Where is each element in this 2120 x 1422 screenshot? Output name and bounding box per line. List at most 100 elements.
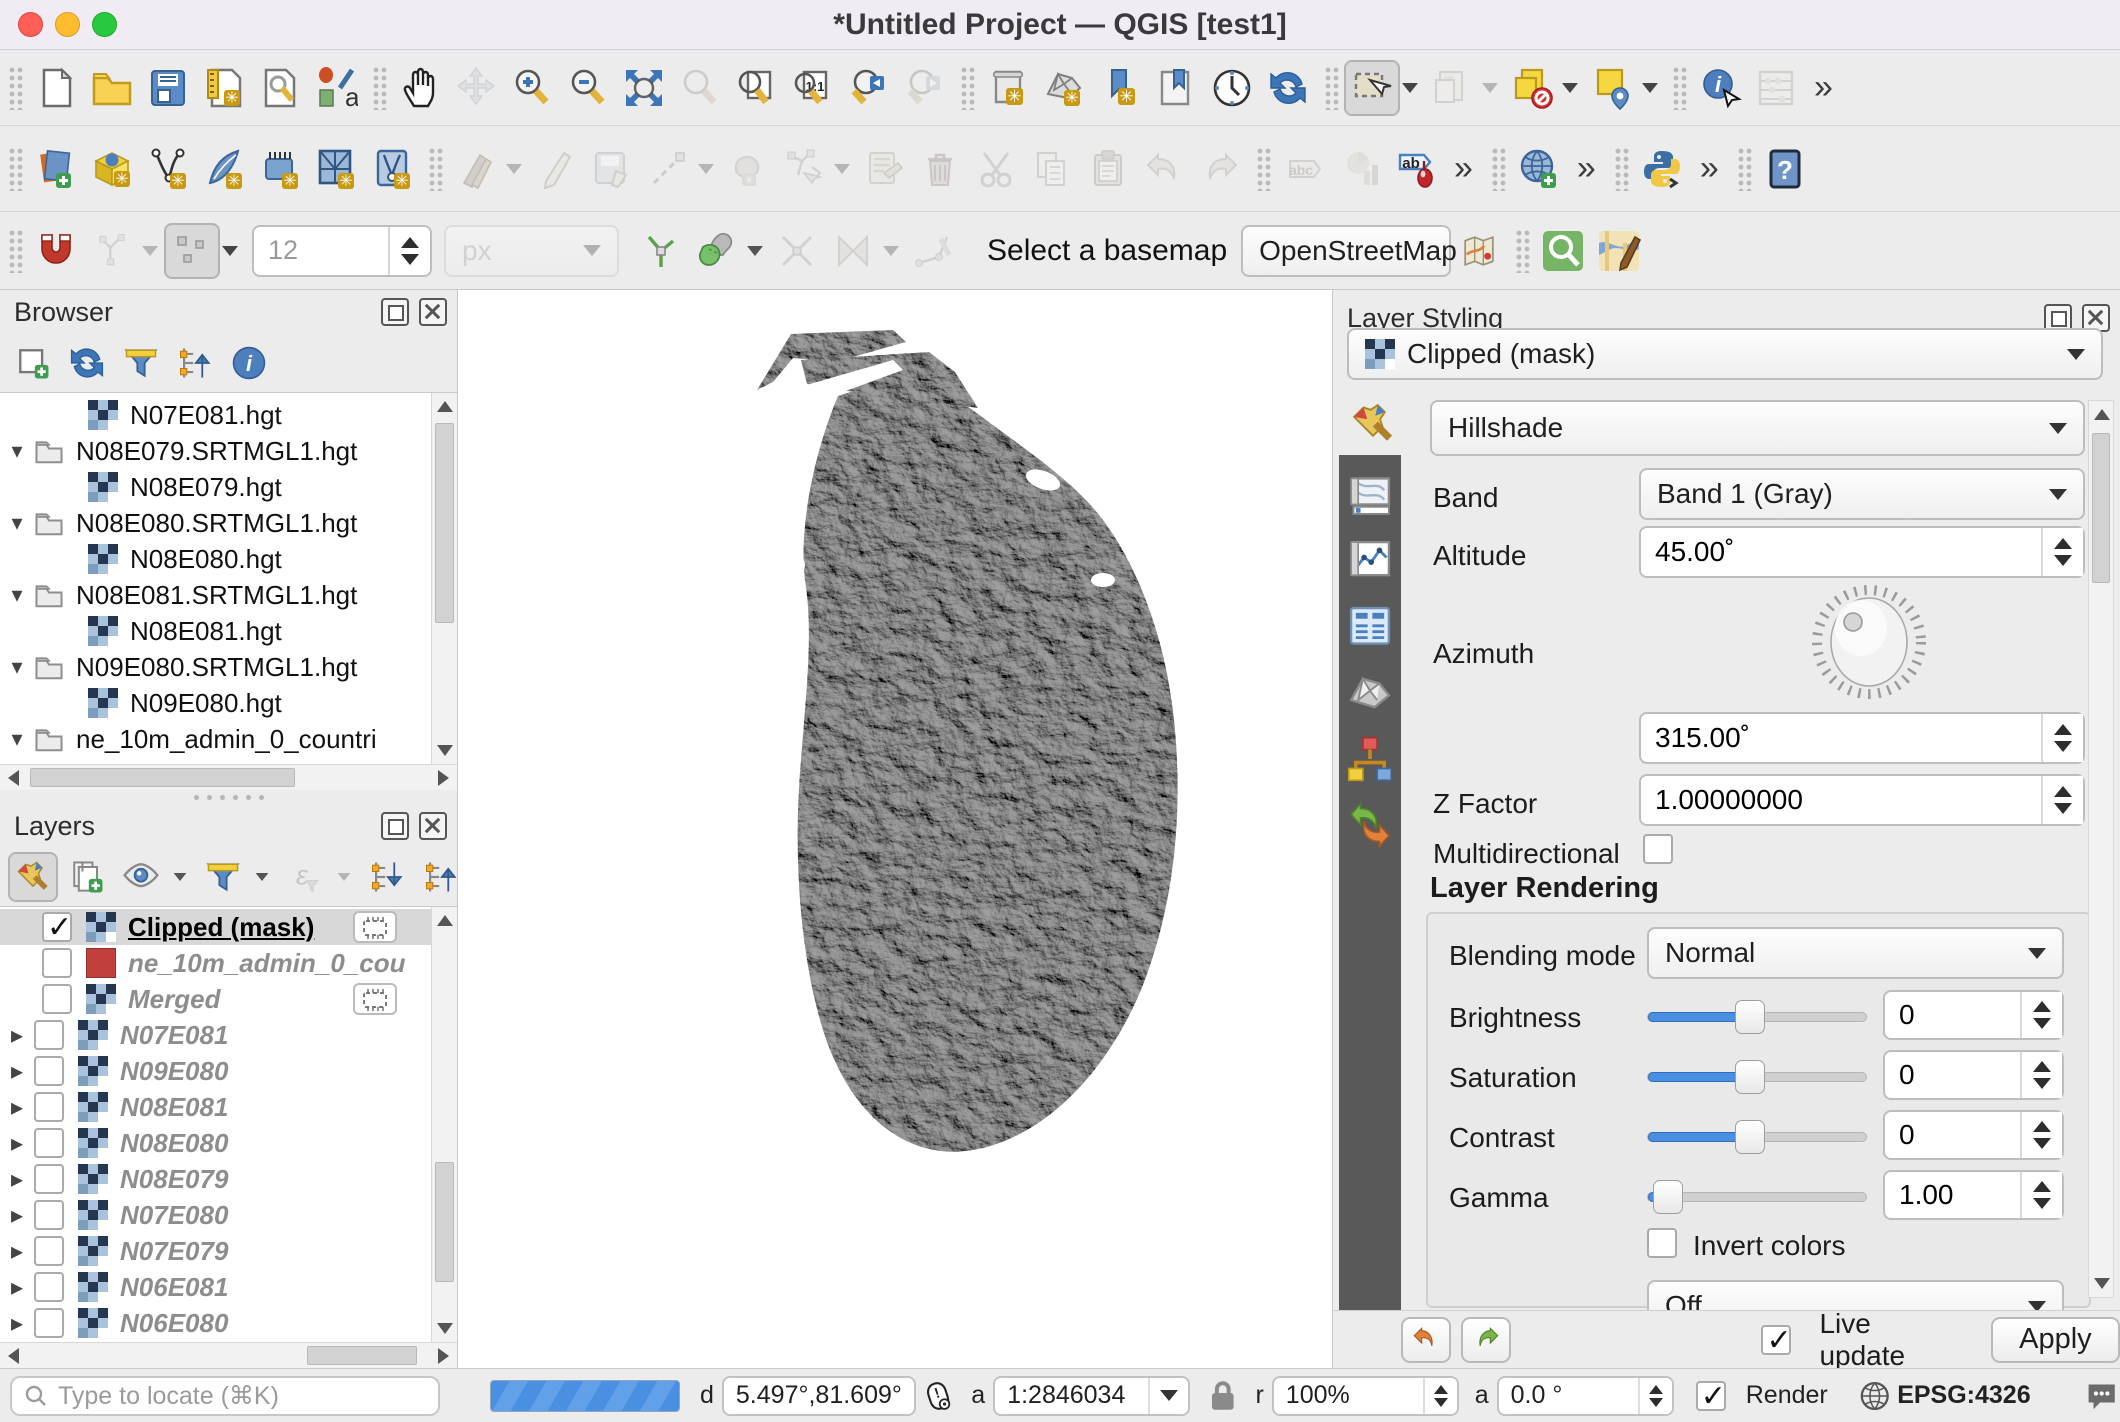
browser-item[interactable]: ▾N08E079.SRTMGL1.hgt [0,433,431,469]
layer-visibility-checkbox[interactable] [34,1272,64,1302]
brightness-value[interactable]: 0 [1885,999,2020,1031]
expander-icon[interactable]: ▸ [0,1093,34,1122]
layer-visibility-checkbox[interactable] [34,1236,64,1266]
altitude-value[interactable]: 45.00˚ [1641,536,2041,568]
locator-input[interactable]: Type to locate (⌘K) [10,1376,440,1416]
select-by-value-button[interactable] [1424,60,1480,116]
saturation-value[interactable]: 0 [1885,1059,2020,1091]
contrast-arrows[interactable] [2020,1112,2062,1158]
layer-visibility-checkbox[interactable] [34,1200,64,1230]
browser-item[interactable]: ▾N08E081.SRTMGL1.hgt [0,577,431,613]
browser-add-layer-button[interactable] [8,338,58,388]
multidirectional-checkbox[interactable] [1643,834,1673,864]
browser-item[interactable]: N08E079.hgt [0,469,431,505]
paste-features-button[interactable] [1080,141,1136,197]
basemap-combo[interactable]: OpenStreetMap [1241,225,1451,277]
browser-item[interactable]: ▾ne_10m_admin_0_countri [0,721,431,757]
style-history-tab-icon[interactable] [1344,733,1396,785]
osm-edit-button[interactable] [1591,223,1647,279]
expander-icon[interactable]: ▸ [0,1057,34,1086]
manage-visibility-dropdown[interactable] [174,873,187,881]
zoom-out-button[interactable] [560,60,616,116]
layer-visibility-checkbox[interactable] [42,948,72,978]
layer-visibility-checkbox[interactable] [34,1164,64,1194]
toolbar-drag-handle[interactable] [1256,147,1272,191]
expander-icon[interactable]: ▸ [0,1201,34,1230]
expander-icon[interactable]: ▸ [0,1237,34,1266]
layer-row[interactable]: ▸N08E079 [0,1161,431,1197]
altitude-spinbox[interactable]: 45.00˚ [1639,526,2085,578]
zoom-to-selection-button[interactable] [672,60,728,116]
select-by-location-button[interactable] [1584,60,1640,116]
snap-on-intersection-button[interactable] [769,223,825,279]
current-edits-dropdown[interactable] [506,164,522,174]
new-grid-layer-button[interactable]: ✳ [308,141,364,197]
altitude-arrows[interactable] [2041,528,2083,576]
layer-row[interactable]: Clipped (mask) [0,909,431,945]
select-by-value-dropdown[interactable] [1482,83,1498,93]
toolbar-drag-handle[interactable] [1491,147,1507,191]
apply-button[interactable]: Apply [1991,1317,2120,1363]
brightness-arrows[interactable] [2020,992,2062,1038]
toolbar-overflow-chevron[interactable]: » [1567,149,1606,188]
expander-icon[interactable]: ▾ [0,510,34,536]
browser-close-button[interactable] [419,298,447,326]
toolbar-drag-handle[interactable] [1324,66,1340,110]
memory-layer-indicator[interactable] [353,983,397,1015]
add-group-button[interactable] [62,852,112,902]
browser-properties-button[interactable]: i [224,338,274,388]
filter-legend-dropdown[interactable] [256,873,269,881]
deselect-features-dropdown[interactable] [1562,83,1578,93]
osm-place-search-button[interactable] [1535,223,1591,279]
expander-icon[interactable]: ▾ [0,582,34,608]
select-by-location-dropdown[interactable] [1642,83,1658,93]
layer-row[interactable]: ne_10m_admin_0_cou [0,945,431,981]
coordinate-field[interactable]: 5.497°,81.609° [722,1376,916,1416]
toolbar-drag-handle[interactable] [1737,147,1753,191]
zoom-native-resolution-button[interactable]: 1:1 [784,60,840,116]
render-checkbox[interactable] [1696,1381,1726,1411]
toolbar-drag-handle[interactable] [8,66,24,110]
snapping-tolerance-arrows[interactable] [388,227,430,275]
crs-status[interactable]: EPSG:4326 [1897,1381,2030,1410]
layer-row[interactable]: ▸N06E081 [0,1269,431,1305]
deselect-features-button[interactable] [1504,60,1560,116]
zfactor-arrows[interactable] [2041,776,2083,824]
refresh-map-button[interactable] [1260,60,1316,116]
show-layout-manager-button[interactable] [252,60,308,116]
select-features-button[interactable] [1344,60,1400,116]
zoom-to-layer-button[interactable] [728,60,784,116]
zoom-next-button[interactable] [896,60,952,116]
expander-icon[interactable]: ▸ [0,1129,34,1158]
new-virtual-point-layer-button[interactable]: ✳ [364,141,420,197]
vertex-tool-button[interactable] [776,141,832,197]
layers-vertical-scrollbar[interactable] [431,907,457,1342]
snapping-tolerance-spinbox[interactable]: 12 [252,225,432,277]
digitize-dropdown[interactable] [698,164,714,174]
browser-float-button[interactable] [381,298,409,326]
expander-icon[interactable]: ▾ [0,438,34,464]
azimuth-arrows[interactable] [2041,714,2083,762]
enable-snapping-button[interactable] [28,223,84,279]
expander-icon[interactable]: ▾ [0,726,34,752]
filter-by-expression-dropdown[interactable] [338,873,351,881]
filter-legend-button[interactable] [198,852,248,902]
expander-icon[interactable]: ▸ [0,1165,34,1194]
vertex-tool-dropdown[interactable] [834,164,850,174]
tracing-button[interactable] [905,223,961,279]
toolbar-drag-handle[interactable] [1672,66,1688,110]
move-feature-button[interactable]: ✳ [720,141,776,197]
browser-refresh-button[interactable] [62,338,112,388]
3d-view-tab-icon[interactable] [1344,667,1396,719]
save-project-button[interactable] [140,60,196,116]
select-features-dropdown[interactable] [1402,83,1418,93]
pan-to-selection-button[interactable] [448,60,504,116]
brightness-slider[interactable] [1647,1012,1867,1022]
new-map-view-button[interactable]: ✳ [980,60,1036,116]
layers-close-button[interactable] [419,812,447,840]
layer-row[interactable]: ▸N08E080 [0,1125,431,1161]
browser-item[interactable]: ▾N09E080.SRTMGL1.hgt [0,649,431,685]
python-console-button[interactable] [1634,141,1690,197]
blending-mode-combo[interactable]: Normal [1647,927,2064,979]
browser-item[interactable]: N09E080.hgt [0,685,431,721]
